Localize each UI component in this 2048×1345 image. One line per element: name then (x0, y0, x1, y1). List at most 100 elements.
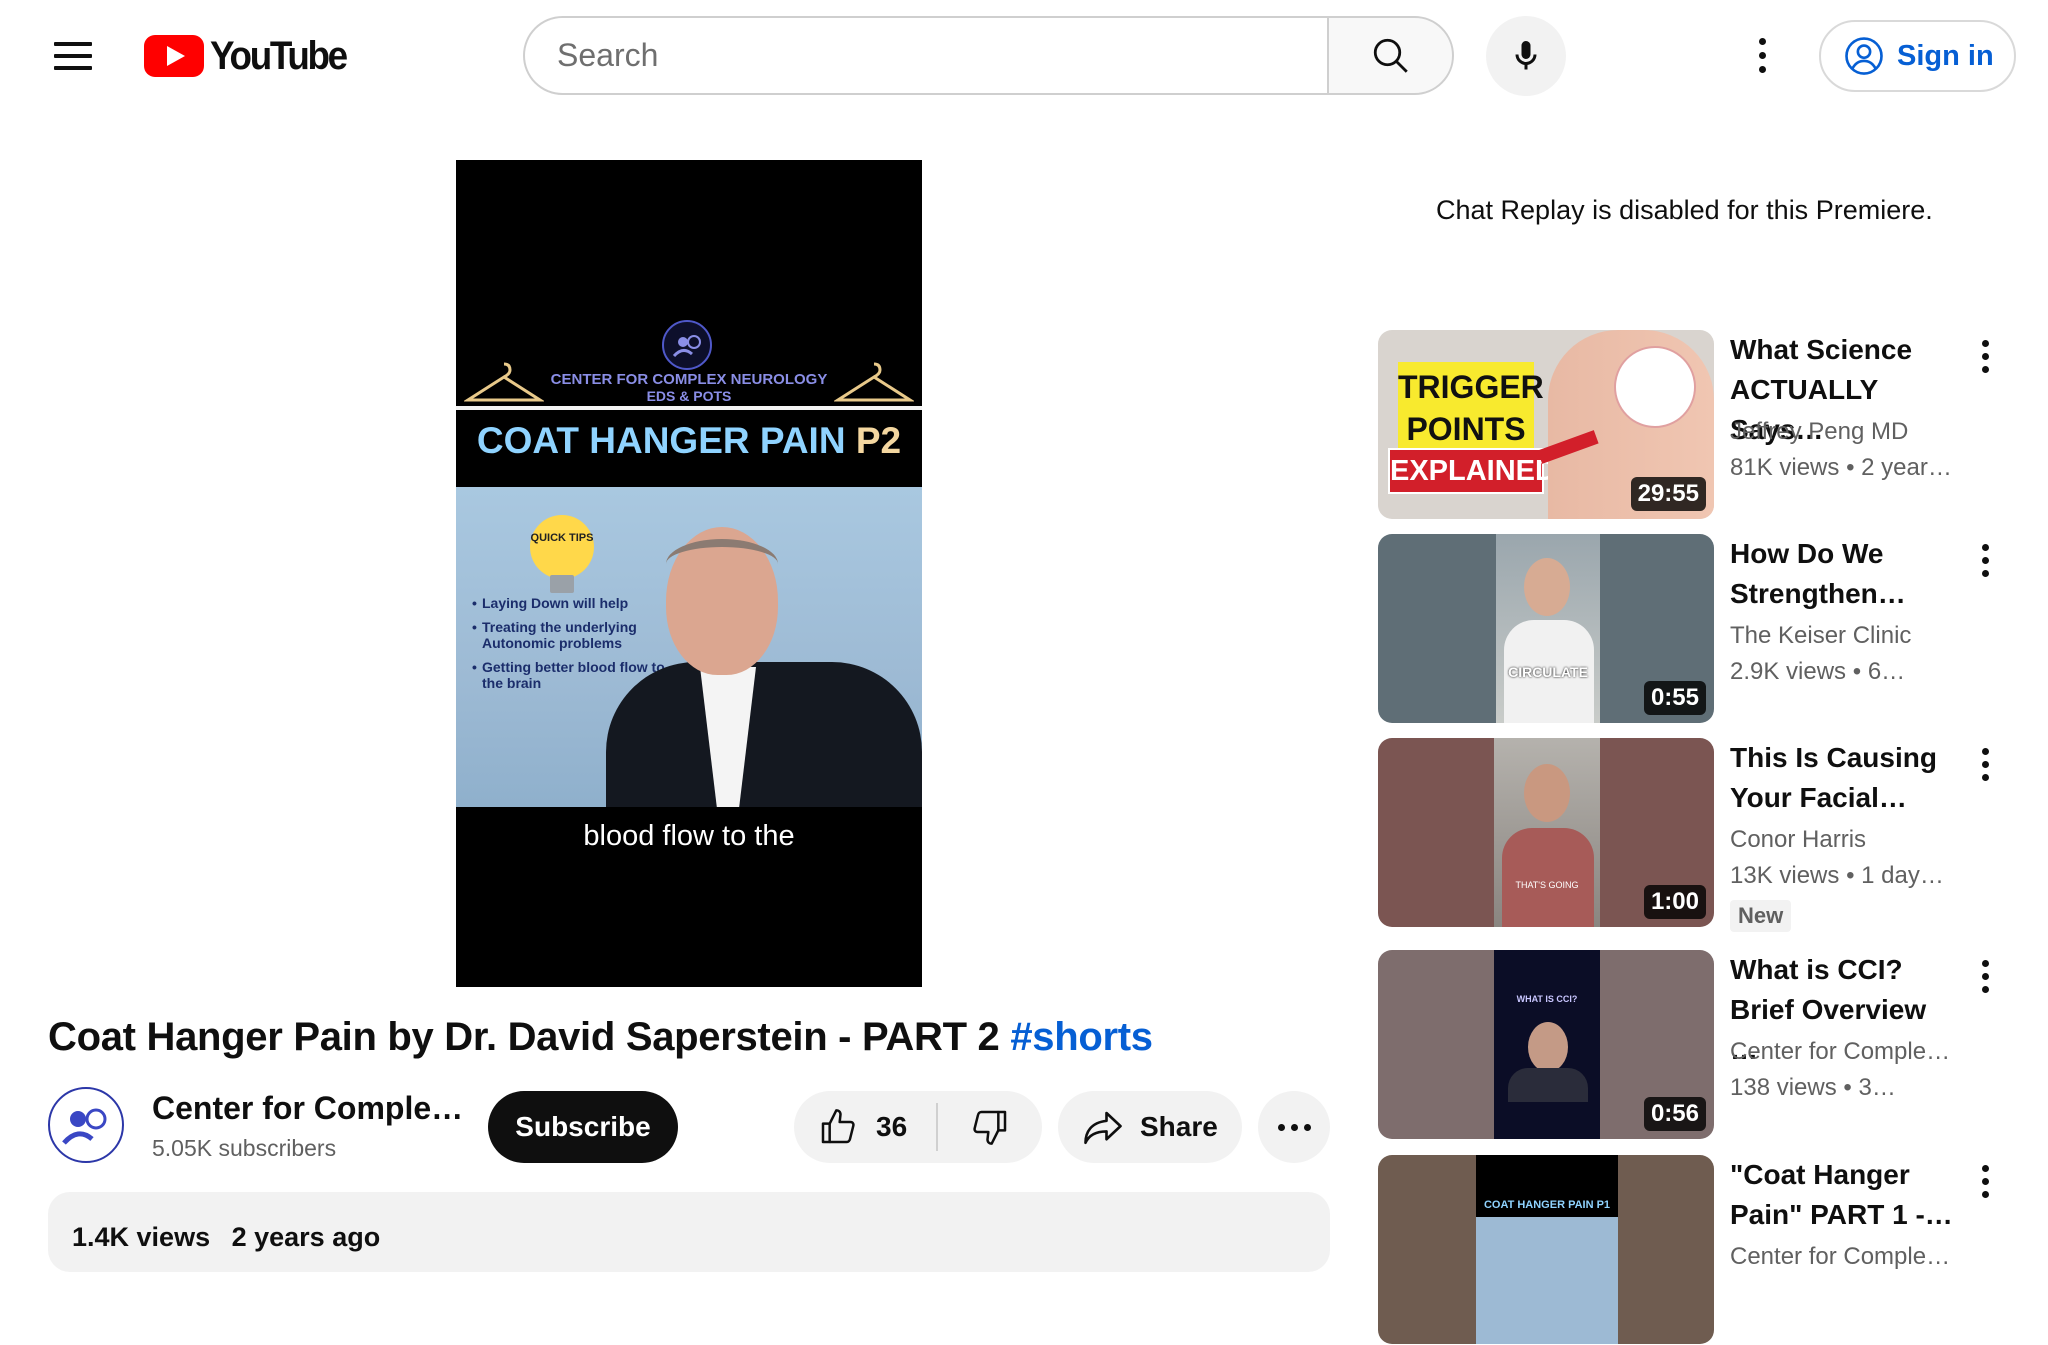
video-duration: 29:55 (1630, 477, 1706, 511)
video-thumbnail[interactable]: COAT HANGER PAIN P1 (1378, 1155, 1714, 1344)
thumb-person-shirt (1502, 828, 1594, 927)
channel-avatar[interactable] (48, 1087, 124, 1163)
thumb-caption: THAT'S GOING (1515, 880, 1579, 890)
recommended-title[interactable]: How Do We Strengthen… (1730, 534, 1960, 614)
search-icon (1373, 38, 1408, 73)
recommended-meta: 81K views • 2 year… (1730, 454, 1952, 481)
lightbulb-base (550, 575, 574, 593)
recommended-channel[interactable]: Center for Complex… (1730, 1243, 1960, 1271)
video-options-icon[interactable] (1972, 954, 1998, 998)
video-player[interactable]: CENTER FOR COMPLEX NEUROLOGY EDS & POTS … (456, 160, 922, 987)
recommended-channel[interactable]: Conor Harris (1730, 826, 1960, 854)
thumbs-up-icon (821, 1109, 855, 1144)
thumb-text-explained: EXPLAINED (1388, 448, 1556, 494)
subscriber-count: 5.05K subscribers (152, 1135, 337, 1161)
hashtag-link[interactable]: #shorts (1010, 1015, 1153, 1059)
recommended-video[interactable]: COAT HANGER PAIN P1 "Coat Hanger Pain" P… (1378, 1155, 1998, 1345)
chat-replay-notice: Chat Replay is disabled for this Premier… (1436, 195, 1933, 225)
thumb-person-head (1524, 764, 1570, 822)
voice-search-button[interactable] (1486, 16, 1566, 96)
presenter-body (606, 662, 922, 807)
youtube-logo[interactable]: YouTube (144, 34, 358, 78)
thumb-person-head (1524, 558, 1570, 616)
video-thumbnail[interactable]: THAT'S GOING 1:00 (1378, 738, 1714, 927)
tip-item: Treating the underlying Autonomic proble… (472, 619, 672, 651)
sign-in-label: Sign in (1897, 39, 1994, 72)
recommended-video[interactable]: CIRCULATE 0:55 How Do We Strengthen… The… (1378, 534, 1998, 724)
thumb-caption: WHAT IS CCI? (1516, 994, 1578, 1004)
video-title-text: Coat Hanger Pain by Dr. David Saperstein… (48, 1015, 1000, 1059)
recommended-meta: 2.9K views • 6… (1730, 658, 1906, 685)
thumb-video-frame (1476, 1217, 1618, 1344)
banner-part-text: P2 (855, 420, 902, 461)
recommended-meta: 13K views • 1 day… (1730, 862, 1944, 889)
recommended-views: 13K views (1730, 862, 1840, 889)
settings-more-icon[interactable] (1740, 26, 1784, 84)
youtube-play-icon (144, 35, 204, 77)
recommended-video[interactable]: THAT'S GOING 1:00 This Is Causing Your F… (1378, 738, 1998, 932)
channel-name[interactable]: Center for Comple… (152, 1090, 463, 1127)
view-count: 1.4K views (72, 1222, 211, 1252)
logo-text: YouTube (210, 33, 348, 78)
recommended-channel[interactable]: Center for Complex… (1730, 1038, 1960, 1066)
video-duration: 0:56 (1643, 1097, 1706, 1131)
recommended-views: 138 views (1730, 1074, 1837, 1101)
video-options-icon[interactable] (1972, 1159, 1998, 1203)
description-box[interactable]: 1.4K views 2 years ago (48, 1192, 1330, 1272)
recommended-title[interactable]: This Is Causing Your Facial… (1730, 738, 1960, 818)
recommended-age: 3… (1858, 1074, 1896, 1101)
video-caption: blood flow to the (583, 820, 795, 852)
account-icon (1845, 37, 1883, 75)
recommended-meta: 138 views • 3… (1730, 1074, 1896, 1101)
channel-logo-icon (52, 1091, 120, 1159)
video-thumbnail[interactable]: TRIGGER POINTS EXPLAINED 29:55 (1378, 330, 1714, 519)
dislike-button[interactable] (938, 1091, 1042, 1163)
thumb-caption: CIRCULATE (1508, 664, 1588, 680)
microphone-icon (1515, 41, 1537, 70)
share-icon (1084, 1111, 1122, 1145)
video-title: Coat Hanger Pain by Dr. David Saperstein… (48, 1015, 1153, 1060)
share-button[interactable]: Share (1058, 1091, 1242, 1163)
lightbulb-icon (530, 515, 594, 579)
presenter-hair (666, 539, 778, 589)
search-button[interactable] (1327, 16, 1454, 95)
recommended-video[interactable]: TRIGGER POINTS EXPLAINED 29:55 What Scie… (1378, 330, 1998, 520)
thumb-caption: COAT HANGER PAIN P1 (1483, 1199, 1611, 1211)
like-count: 36 (876, 1111, 908, 1142)
recommended-channel[interactable]: The Keiser Clinic (1730, 622, 1960, 650)
quick-tips-label: QUICK TIPS (530, 532, 594, 544)
recommended-age: 6… (1867, 658, 1906, 685)
center-logo-icon (662, 320, 712, 370)
share-label: Share (1140, 1111, 1218, 1142)
thumb-person-head (1528, 1022, 1568, 1072)
center-name-text: CENTER FOR COMPLEX NEUROLOGY (550, 371, 828, 388)
like-button[interactable]: 36 (794, 1091, 936, 1163)
video-duration: 0:55 (1643, 681, 1706, 715)
menu-icon[interactable] (40, 30, 104, 82)
video-options-icon[interactable] (1972, 742, 1998, 786)
thumbs-down-icon (973, 1110, 1007, 1145)
like-dislike-group: 36 (794, 1091, 1042, 1163)
video-thumbnail[interactable]: WHAT IS CCI? 0:56 (1378, 950, 1714, 1139)
thumb-muscle-zoom (1614, 346, 1696, 428)
recommended-title[interactable]: "Coat Hanger Pain" PART 1 -… (1730, 1155, 1960, 1235)
search-input[interactable] (557, 37, 1329, 74)
subscribe-button[interactable]: Subscribe (488, 1091, 678, 1163)
recommended-channel[interactable]: Jeffrey Peng MD (1730, 418, 1960, 446)
recommended-views: 81K views (1730, 454, 1840, 481)
recommended-video[interactable]: WHAT IS CCI? 0:56 What is CCI? Brief Ove… (1378, 950, 1998, 1140)
upload-date: 2 years ago (231, 1222, 381, 1252)
video-options-icon[interactable] (1972, 538, 1998, 582)
recommended-views: 2.9K views (1730, 658, 1847, 685)
more-actions-icon[interactable] (1258, 1091, 1330, 1163)
divider (456, 406, 922, 410)
sign-in-button[interactable]: Sign in (1819, 20, 2016, 92)
video-banner-title: COAT HANGER PAIN P2 (456, 420, 922, 462)
video-frame: QUICK TIPS Laying Down will help Treatin… (456, 487, 922, 807)
thumb-text-trigger: TRIGGER (1398, 369, 1544, 405)
tip-item: Laying Down will help (472, 595, 672, 611)
video-options-icon[interactable] (1972, 334, 1998, 378)
search-box[interactable] (523, 16, 1329, 95)
center-sub-text: EDS & POTS (646, 388, 732, 404)
video-thumbnail[interactable]: CIRCULATE 0:55 (1378, 534, 1714, 723)
